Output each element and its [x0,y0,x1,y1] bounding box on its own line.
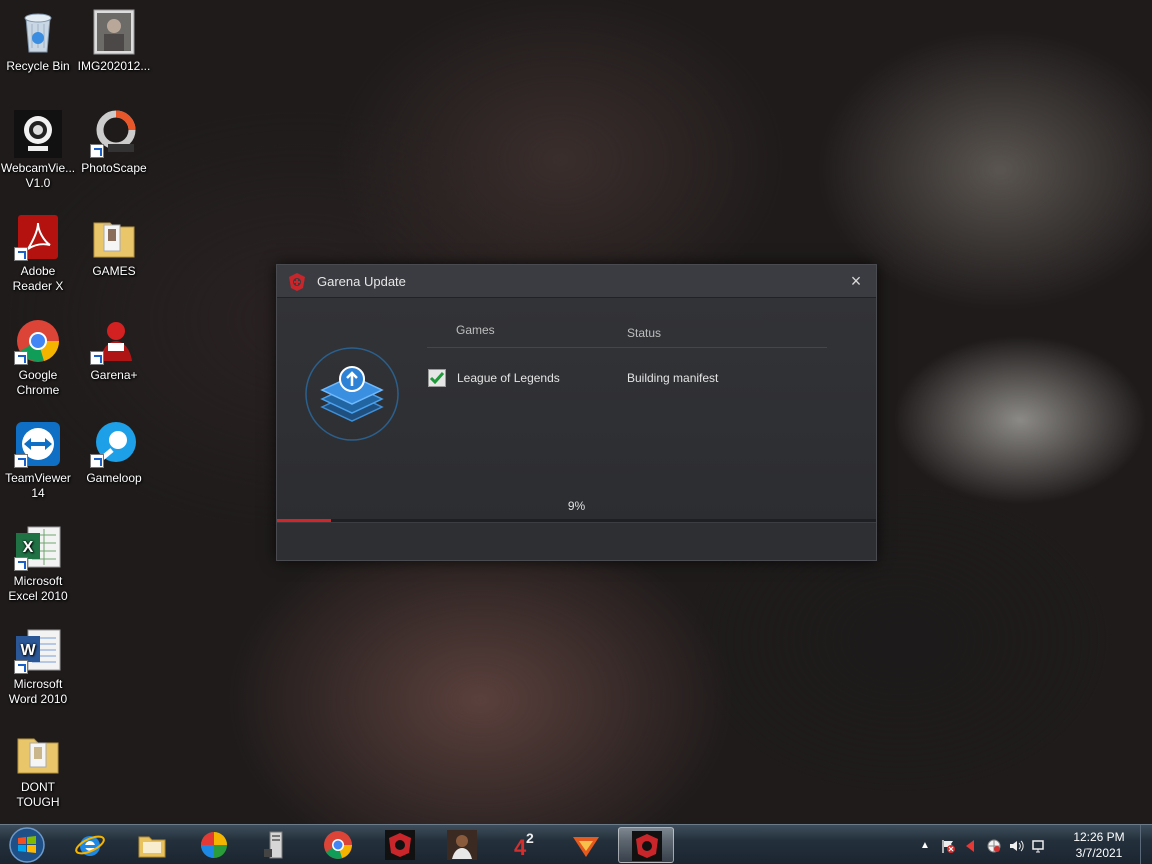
folder-icon [14,729,62,777]
game-status: Building manifest [627,371,719,385]
game-name: League of Legends [457,371,560,385]
desktop-icon-recycle-bin[interactable]: Recycle Bin [0,8,76,74]
desktop-icon-label: PhotoScape [81,161,147,175]
gameloop-icon [90,420,138,468]
column-header-status: Status [627,326,662,340]
garena-plus-icon [90,317,138,365]
garena-icon [385,830,415,860]
desktop-icon-label: Gameloop [86,471,142,485]
desktop-icon-gameloop[interactable]: Gameloop [76,420,152,486]
taskbar-file-explorer[interactable] [124,827,180,863]
network-globe-icon[interactable] [986,838,1002,854]
desktop-icon-label: GAMES [92,264,136,278]
desktop-icon-teamviewer[interactable]: TeamViewer 14 [0,420,76,501]
desktop-icon-excel[interactable]: X Microsoft Excel 2010 [0,523,76,604]
shortcut-arrow-icon [14,351,28,365]
desktop-icon-label: WebcamVie... V1.0 [0,161,76,190]
shortcut-arrow-icon [14,557,28,571]
desktop-icon-adobe-reader[interactable]: Adobe Reader X [0,213,76,294]
garena-update-window: Garena Update × Games Status League of L… [276,264,877,561]
word-icon: W [14,626,62,674]
media-center-icon [201,832,227,858]
chrome-icon [324,831,352,859]
shortcut-arrow-icon [14,660,28,674]
taskbar-garena-update[interactable] [618,827,674,863]
close-button[interactable]: × [846,271,866,291]
shortcut-arrow-icon [90,454,104,468]
checkmark-icon [429,372,445,385]
desktop-icon-img-file[interactable]: IMG202012... [76,8,152,74]
start-button[interactable] [4,826,50,864]
webcam-icon [14,110,62,158]
show-desktop-button[interactable] [1140,825,1152,864]
taskbar: 42 ▲ 12:26 PM 3/7/2021 [0,824,1152,864]
desktop-icon-label: Recycle Bin [6,59,70,73]
teamviewer-icon [14,420,62,468]
windows-logo-icon [9,827,45,863]
game-checkbox[interactable] [428,369,446,387]
excel-icon: X [14,523,62,571]
action-center-flag-icon[interactable] [940,838,956,854]
desktop-icon-label: Adobe Reader X [12,264,64,293]
recycle-bin-icon [14,8,62,56]
desktop-icon-label: Microsoft Word 2010 [8,677,68,706]
taskbar-chrome[interactable] [310,827,366,863]
taskbar-media-center[interactable] [186,827,242,863]
svg-text:2: 2 [526,830,534,846]
window-titlebar[interactable]: Garena Update × [277,265,876,298]
window-title: Garena Update [317,274,406,289]
taskbar-computer[interactable] [248,827,304,863]
desktop-icon-label: Microsoft Excel 2010 [8,574,68,603]
desktop-icon-dont-tough-folder[interactable]: DONT TOUGH [0,729,76,810]
file-explorer-icon [138,836,166,858]
computer-tower-icon [264,831,283,859]
adobe-reader-icon [14,213,62,261]
desktop-icon-label: Garena+ [90,368,138,382]
desktop-icon-label: TeamViewer 14 [5,471,71,500]
clock-date: 3/7/2021 [1075,846,1123,860]
taskbar-garena[interactable] [372,827,428,863]
red-arrow-icon[interactable] [962,838,978,854]
shortcut-arrow-icon [90,144,104,158]
desktop-icon-label: DONT TOUGH [16,780,60,809]
desktop-icon-photoscape[interactable]: PhotoScape [76,110,152,176]
progress-percent: 9% [567,499,586,513]
window-footer [277,522,876,560]
internet-explorer-icon [75,835,105,856]
clock-time: 12:26 PM [1073,830,1125,844]
desktop-icon-google-chrome[interactable]: Google Chrome [0,317,76,398]
clock[interactable]: 12:26 PM 3/7/2021 [1064,829,1134,861]
game-4-icon: 42 [514,830,534,860]
display-icon[interactable] [1030,838,1046,854]
game-character-icon [447,830,477,860]
desktop-icon-games-folder[interactable]: GAMES [76,213,152,279]
chrome-icon [14,317,62,365]
shortcut-arrow-icon [90,351,104,365]
svg-text:W: W [20,642,36,659]
svg-text:X: X [23,539,34,556]
volume-icon[interactable] [1008,838,1024,854]
taskbar-game-character[interactable] [434,827,490,863]
desktop-icon-webcam-viewer[interactable]: WebcamVie... V1.0 [0,110,76,191]
desktop-icon-garena-plus[interactable]: Garena+ [76,317,152,383]
shortcut-arrow-icon [14,247,28,261]
photoscape-icon [90,110,138,158]
desktop-icon-label: Google Chrome [16,368,60,397]
taskbar-internet-explorer[interactable] [62,827,118,863]
system-tray: ▲ 12:26 PM 3/7/2021 [912,825,1152,864]
header-divider [427,347,827,348]
column-header-games: Games [456,323,495,337]
update-layers-icon [303,345,401,443]
taskbar-garena-plus[interactable] [558,827,614,863]
desktop-icon-label: IMG202012... [77,59,151,73]
garena-update-icon [632,831,662,861]
garena-logo-icon [287,272,307,292]
photo-thumbnail-icon [90,8,138,56]
taskbar-game-4[interactable]: 42 [496,827,552,863]
garena-plus-icon [573,837,599,857]
desktop-icon-word[interactable]: W Microsoft Word 2010 [0,626,76,707]
shortcut-arrow-icon [14,454,28,468]
show-hidden-icons-icon[interactable]: ▲ [920,838,936,854]
folder-icon [90,213,138,261]
